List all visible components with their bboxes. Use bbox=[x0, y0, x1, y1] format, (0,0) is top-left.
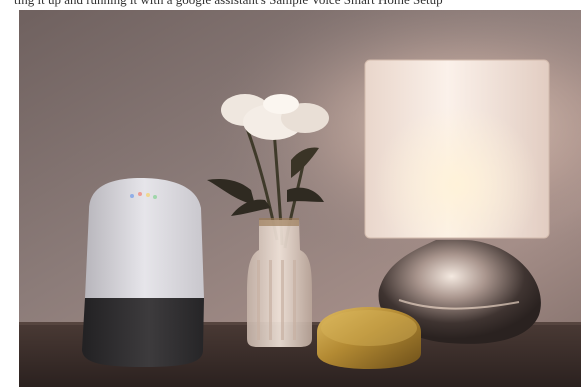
smart-home-photo bbox=[19, 10, 581, 387]
puck-icon bbox=[317, 307, 421, 369]
lamp-icon bbox=[364, 59, 550, 344]
photo-canvas bbox=[19, 10, 581, 387]
top-caption: ting it up and running it with a google … bbox=[0, 0, 581, 8]
page: ting it up and running it with a google … bbox=[0, 0, 581, 387]
smart-speaker-icon bbox=[82, 178, 204, 367]
